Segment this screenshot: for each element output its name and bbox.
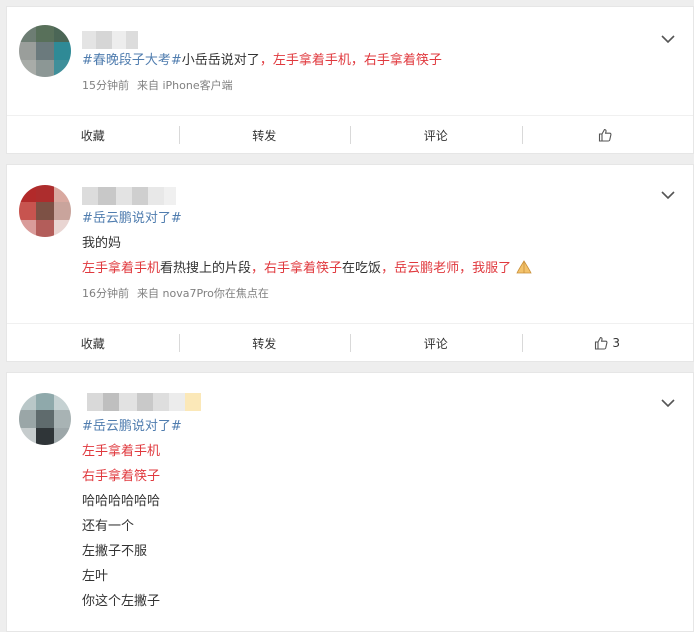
repost-button[interactable]: 转发 — [178, 324, 351, 362]
collect-label: 收藏 — [80, 128, 105, 143]
hashtag-link[interactable]: #岳云鹏说对了# — [82, 211, 182, 226]
chevron-down-icon[interactable] — [660, 31, 676, 47]
post-card-1: #春晚段子大考#小岳岳说对了，左手拿着手机，右手拿着筷子 15分钟前 来自 iPh… — [6, 6, 694, 154]
post-source: 来自 iPhone客户端 — [137, 79, 233, 92]
highlighted-text: ，左手拿着手机，右手拿着筷子 — [259, 53, 442, 68]
post-hashtag-line: #岳云鹏说对了# — [82, 414, 182, 439]
post-line: 右手拿着筷子 — [82, 469, 161, 484]
post-line: 我的妈 — [82, 236, 122, 251]
post-line: 你这个左撇子 — [82, 594, 161, 609]
post-content: #岳云鹏说对了# 左手拿着手机 右手拿着筷子 哈哈哈哈哈哈 还有一个 左撇子不服… — [82, 414, 182, 614]
post-card-2: #岳云鹏说对了# 我的妈 左手拿着手机看热搜上的片段，右手拿着筷子在吃饭，岳云鹏… — [6, 164, 694, 362]
post-actions: 收藏 转发 评论 — [7, 115, 693, 154]
like-group: 3 — [594, 336, 620, 350]
repost-label: 转发 — [252, 128, 277, 143]
comment-label: 评论 — [423, 336, 448, 351]
collect-button[interactable]: 收藏 — [7, 324, 179, 362]
chevron-down-icon[interactable] — [660, 395, 676, 411]
username[interactable] — [87, 393, 201, 411]
post-source: 来自 nova7Pro你在焦点在 — [137, 287, 269, 300]
collect-button[interactable]: 收藏 — [7, 116, 179, 154]
chevron-down-icon[interactable] — [660, 187, 676, 203]
post-line: 还有一个 — [82, 519, 135, 534]
text-segment: 小岳岳说对了 — [181, 53, 260, 68]
post-hashtag-line: #岳云鹏说对了# — [82, 206, 533, 231]
post-line: 左叶 — [82, 569, 109, 584]
text-segment: 看热搜上的片段 — [160, 261, 252, 276]
thumbs-up-icon — [595, 336, 608, 350]
hashtag-link[interactable]: #岳云鹏说对了# — [82, 419, 182, 434]
post-time[interactable]: 15分钟前 — [82, 79, 129, 92]
highlighted-text: ，我服了 — [459, 261, 512, 276]
avatar[interactable] — [19, 185, 71, 237]
like-button[interactable] — [521, 116, 694, 154]
post-actions: 收藏 转发 评论 3 — [7, 323, 693, 362]
like-button[interactable]: 3 — [521, 324, 694, 362]
repost-label: 转发 — [252, 336, 277, 351]
avatar[interactable] — [19, 25, 71, 77]
highlighted-text: 左手拿着手机 — [82, 261, 161, 276]
post-content: #岳云鹏说对了# 我的妈 左手拿着手机看热搜上的片段，右手拿着筷子在吃饭，岳云鹏… — [82, 206, 533, 306]
praying-hands-emoji-icon — [516, 260, 532, 274]
post-line: 左手拿着手机 — [82, 444, 161, 459]
avatar[interactable] — [19, 393, 71, 445]
comment-label: 评论 — [423, 128, 448, 143]
post-line: 左手拿着手机看热搜上的片段，右手拿着筷子在吃饭，岳云鹏老师，我服了 — [82, 256, 533, 281]
repost-button[interactable]: 转发 — [178, 116, 351, 154]
comment-button[interactable]: 评论 — [350, 116, 522, 154]
like-count: 3 — [612, 336, 621, 350]
post-content: #春晚段子大考#小岳岳说对了，左手拿着手机，右手拿着筷子 15分钟前 来自 iPh… — [82, 48, 442, 98]
like-group — [598, 128, 616, 142]
text-segment: 在吃饭 — [342, 261, 382, 276]
thumbs-up-icon — [599, 128, 612, 142]
highlighted-text: ，岳云鹏老师 — [381, 261, 460, 276]
post-meta: 16分钟前 来自 nova7Pro你在焦点在 — [82, 281, 533, 306]
comment-button[interactable]: 评论 — [350, 324, 522, 362]
username[interactable] — [82, 31, 138, 49]
highlighted-text: ，右手拿着筷子 — [251, 261, 343, 276]
post-line: 哈哈哈哈哈哈 — [82, 494, 161, 509]
post-text: #春晚段子大考#小岳岳说对了，左手拿着手机，右手拿着筷子 — [82, 48, 442, 73]
post-time[interactable]: 16分钟前 — [82, 287, 129, 300]
collect-label: 收藏 — [80, 336, 105, 351]
post-meta: 15分钟前 来自 iPhone客户端 — [82, 73, 442, 98]
hashtag-link[interactable]: #春晚段子大考# — [82, 53, 182, 68]
post-line: 左撇子不服 — [82, 544, 148, 559]
username[interactable] — [82, 187, 176, 205]
post-card-3: #岳云鹏说对了# 左手拿着手机 右手拿着筷子 哈哈哈哈哈哈 还有一个 左撇子不服… — [6, 372, 694, 632]
